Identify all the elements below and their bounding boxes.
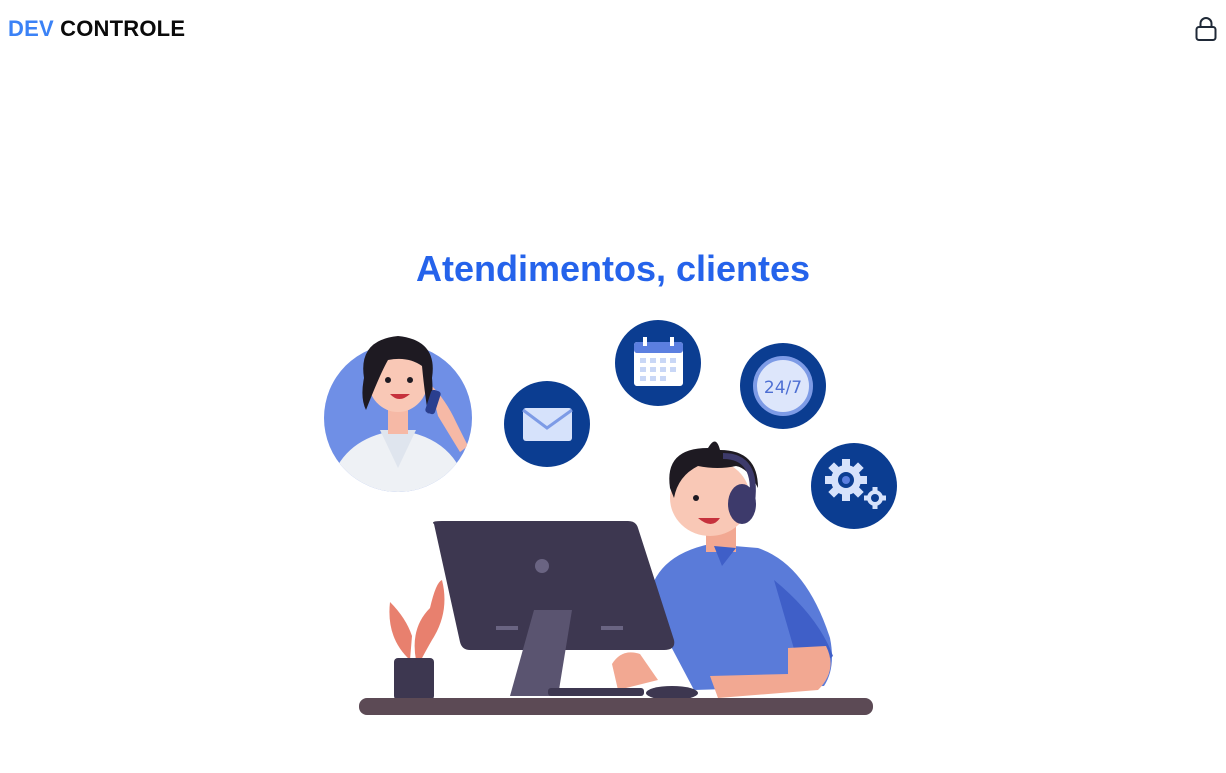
logo-dev-text: DEV xyxy=(8,16,54,41)
lock-icon[interactable] xyxy=(1192,15,1220,43)
clock-24-7-icon: 24/7 xyxy=(740,343,826,429)
envelope-icon xyxy=(504,381,590,467)
clock-text: 24/7 xyxy=(764,378,802,398)
woman-on-phone-avatar xyxy=(324,336,472,492)
app-logo[interactable]: DEV CONTROLE xyxy=(8,16,185,42)
support-illustration: 24/7 xyxy=(324,320,897,715)
potted-plant xyxy=(389,580,445,700)
gears-icon xyxy=(811,443,897,529)
desk xyxy=(359,698,873,715)
top-header: DEV CONTROLE xyxy=(0,0,1226,58)
calendar-icon xyxy=(615,320,701,406)
computer-monitor xyxy=(433,521,698,700)
logo-controle-text: CONTROLE xyxy=(60,16,186,41)
page-title: Atendimentos, clientes xyxy=(415,248,811,289)
